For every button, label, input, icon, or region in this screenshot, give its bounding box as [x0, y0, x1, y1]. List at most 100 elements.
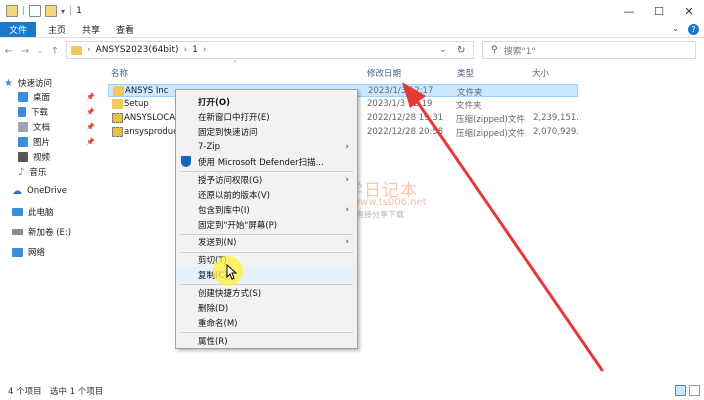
drive-icon	[12, 229, 23, 235]
nav-label: 网络	[28, 248, 46, 258]
expand-ribbon-icon[interactable]: ⌄	[672, 24, 679, 33]
menu-item-rename[interactable]: 重命名(M)	[176, 315, 357, 330]
new-folder-icon[interactable]	[45, 5, 58, 17]
nav-label: OneDrive	[27, 186, 67, 196]
large-icons-view-button[interactable]	[689, 385, 700, 396]
selection-count: 选中 1 个项目	[50, 387, 104, 397]
address-dropdown-icon[interactable]: ⌄	[439, 45, 447, 55]
up-button[interactable]: ↑	[48, 44, 62, 58]
recent-locations-button[interactable]: ⌄	[33, 44, 47, 58]
address-bar[interactable]: › ANSYS2023(64bit) › 1 › ⌄ ↻	[66, 41, 474, 59]
download-icon	[18, 107, 26, 117]
nav-onedrive[interactable]: ☁ OneDrive	[12, 184, 67, 198]
nav-label: 快速访问	[17, 79, 52, 89]
menu-item-open-new-window[interactable]: 在新窗口中打开(E)	[176, 109, 357, 124]
menu-item-cut[interactable]: 剪切(T)	[176, 252, 357, 267]
chevron-right-icon: ›	[345, 236, 349, 247]
window-title: 1	[76, 6, 82, 16]
pin-icon: 📌	[86, 138, 95, 146]
folder-icon	[113, 86, 124, 96]
menu-item-send-to[interactable]: 发送到(N) ›	[176, 234, 357, 249]
videos-icon	[18, 152, 28, 162]
menu-item-label: 包含到库中(I)	[198, 205, 250, 216]
computer-icon	[12, 208, 23, 216]
nav-label: 新加卷 (E:)	[28, 228, 72, 238]
nav-item-documents[interactable]: 文档 📌	[18, 120, 95, 134]
menu-item-label: 7-Zip	[198, 141, 221, 152]
status-bar: 4 个项目 选中 1 个项目	[0, 382, 704, 400]
breadcrumb-separator: ›	[183, 45, 188, 55]
menu-item-copy[interactable]: 复制(C)	[176, 267, 357, 282]
column-header-name[interactable]: 名称	[111, 66, 128, 80]
nav-label: 下载	[31, 108, 49, 118]
nav-label: 文档	[33, 123, 51, 133]
properties-icon[interactable]	[29, 5, 42, 17]
menu-item-label: 授予访问权限(G)	[198, 175, 263, 186]
nav-item-pictures[interactable]: 图片 📌	[18, 135, 95, 149]
nav-quick-access[interactable]: ★ 快速访问	[4, 76, 52, 90]
menu-item-open[interactable]: 打开(O)	[176, 94, 357, 109]
chevron-right-icon: ›	[345, 141, 349, 152]
menu-item-7zip[interactable]: 7-Zip ›	[176, 139, 357, 154]
breadcrumb-current[interactable]: 1	[192, 45, 198, 55]
details-view-button[interactable]	[675, 385, 686, 396]
shield-icon	[181, 156, 191, 167]
nav-network[interactable]: 网络	[12, 245, 45, 259]
minimize-button[interactable]: —	[614, 0, 644, 22]
menu-item-label: 使用 Microsoft Defender扫描...	[198, 157, 324, 168]
nav-label: 桌面	[33, 93, 51, 103]
breadcrumb-separator: ›	[87, 45, 91, 55]
menu-item-include-library[interactable]: 包含到库中(I) ›	[176, 202, 357, 217]
cloud-icon: ☁	[12, 185, 22, 197]
chevron-right-icon: ›	[345, 204, 349, 215]
menu-item-pin-quick-access[interactable]: 固定到快速访问	[176, 124, 357, 139]
nav-label: 此电脑	[28, 208, 54, 218]
menu-item-defender-scan[interactable]: 使用 Microsoft Defender扫描...	[176, 154, 357, 169]
close-button[interactable]: ✕	[674, 0, 704, 22]
search-icon: ⚲	[491, 45, 498, 55]
menu-item-pin-start[interactable]: 固定到"开始"屏幕(P)	[176, 217, 357, 232]
help-icon[interactable]: ?	[688, 24, 699, 35]
forward-button[interactable]: →	[18, 44, 32, 58]
chevron-right-icon: ›	[345, 174, 349, 185]
context-menu: 打开(O) 在新窗口中打开(E) 固定到快速访问 7-Zip › 使用 Micr…	[175, 89, 358, 349]
tab-view[interactable]: 查看	[106, 22, 144, 37]
nav-item-downloads[interactable]: 下载 📌	[18, 105, 95, 119]
pin-icon: 📌	[86, 93, 95, 101]
menu-item-delete[interactable]: 删除(D)	[176, 300, 357, 315]
menu-item-create-shortcut[interactable]: 创建快捷方式(S)	[176, 285, 357, 300]
breadcrumb-ansys2023[interactable]: ANSYS2023(64bit)	[96, 45, 179, 55]
nav-label: 视频	[33, 153, 51, 163]
breadcrumb-separator: ›	[202, 45, 207, 55]
navigation-pane: ★ 快速访问 桌面 📌 下载 📌 文档 📌 图片 📌 视频 ♪ 音乐 ☁ One…	[0, 70, 105, 378]
folder-icon	[71, 45, 82, 55]
maximize-button[interactable]: ☐	[644, 0, 674, 22]
zip-folder-icon	[112, 127, 123, 137]
nav-item-videos[interactable]: 视频	[18, 150, 50, 164]
menu-item-label: 发送到(N)	[198, 237, 237, 248]
nav-drive-e[interactable]: 新加卷 (E:)	[12, 225, 71, 239]
tab-file[interactable]: 文件	[0, 22, 36, 37]
refresh-icon[interactable]: ↻	[457, 45, 465, 56]
nav-label: 图片	[33, 138, 51, 148]
quick-access-toolbar: | ▾ | 1	[6, 5, 82, 17]
search-input[interactable]: 搜索"1"	[504, 44, 536, 57]
customize-qat-icon[interactable]: ▾	[61, 7, 65, 16]
nav-item-desktop[interactable]: 桌面 📌	[18, 90, 95, 104]
menu-item-restore-versions[interactable]: 还原以前的版本(V)	[176, 187, 357, 202]
menu-item-properties[interactable]: 属性(R)	[176, 333, 357, 348]
item-count: 4 个项目	[8, 387, 42, 397]
menu-item-grant-access[interactable]: 授予访问权限(G) ›	[176, 172, 357, 187]
tab-share[interactable]: 共享	[72, 22, 110, 37]
column-header-date[interactable]: 修改日期	[367, 66, 401, 80]
tab-home[interactable]: 主页	[38, 22, 76, 37]
annotation-arrow	[402, 82, 604, 372]
back-button[interactable]: ←	[2, 44, 16, 58]
pictures-icon	[18, 137, 28, 147]
column-header-size[interactable]: 大小	[532, 66, 549, 80]
music-icon: ♪	[18, 166, 25, 178]
nav-this-pc[interactable]: 此电脑	[12, 205, 54, 219]
nav-item-music[interactable]: ♪ 音乐	[18, 165, 46, 179]
column-header-type[interactable]: 类型	[457, 66, 474, 80]
search-box[interactable]: ⚲ 搜索"1"	[482, 41, 696, 59]
